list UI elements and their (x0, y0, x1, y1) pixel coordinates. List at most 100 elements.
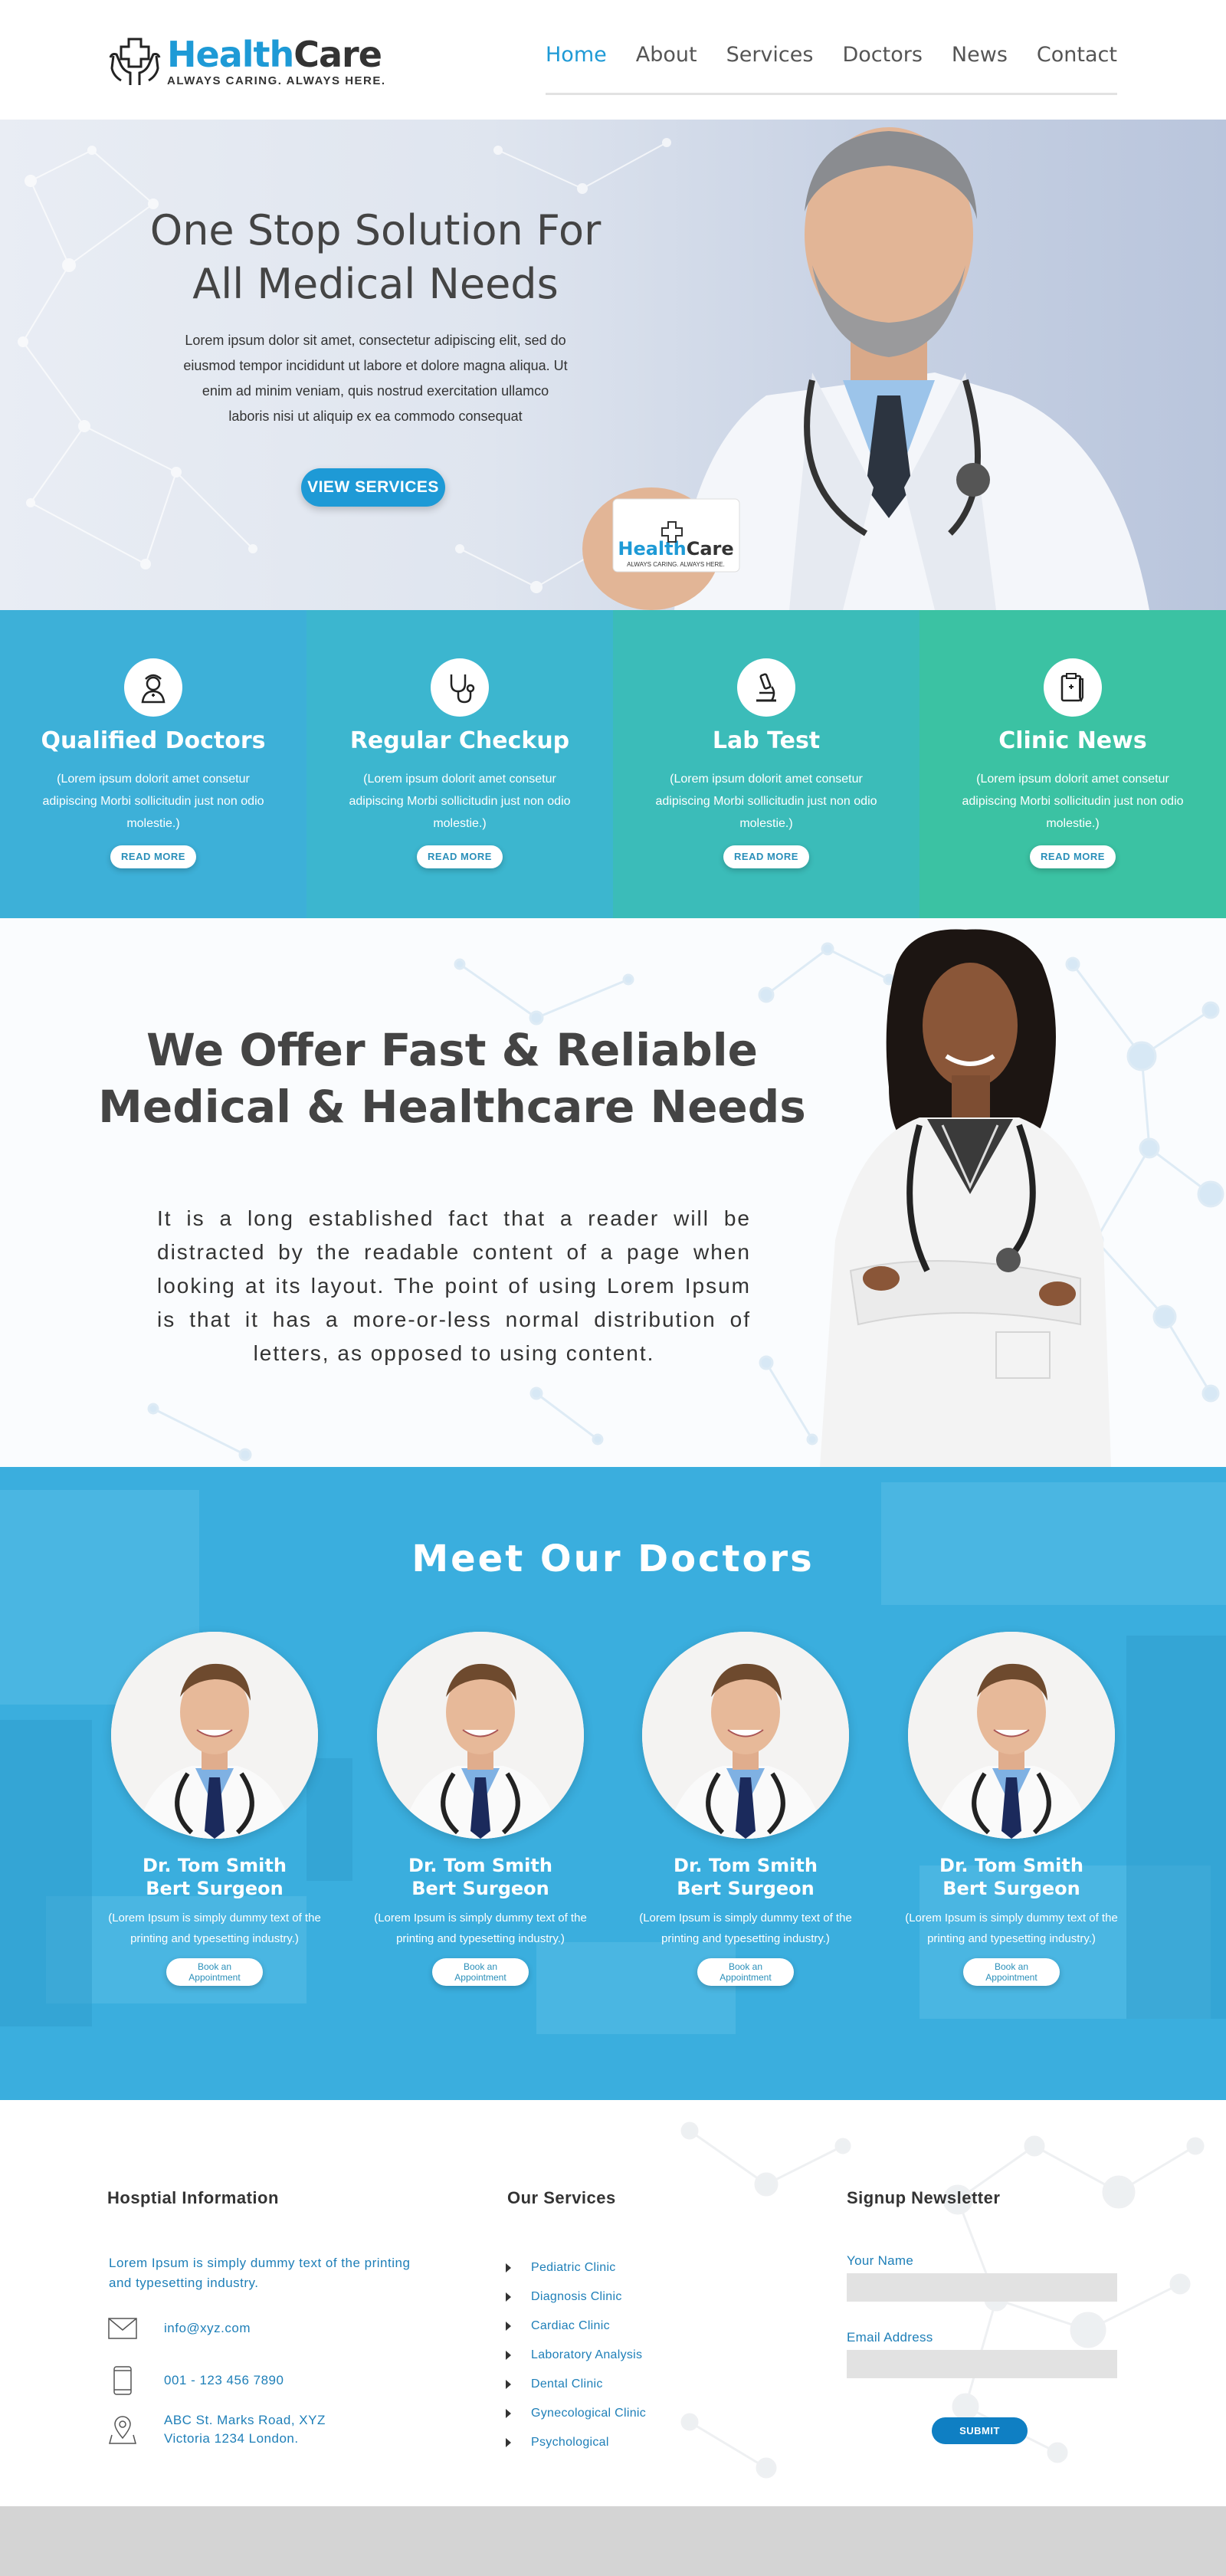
stethoscope-icon (431, 658, 489, 717)
nav-services[interactable]: Services (726, 40, 814, 67)
feature-title: Regular Checkup (349, 727, 570, 754)
caret-right-icon (506, 2351, 511, 2360)
nav-contact[interactable]: Contact (1037, 40, 1117, 67)
email-link[interactable]: info@xyz.com (164, 2319, 251, 2338)
doctor-specialty: Bert Surgeon (942, 1878, 1080, 1899)
caret-right-icon (506, 2409, 511, 2418)
envelope-icon (107, 2313, 138, 2344)
doctor-card: Dr. Tom Smith Bert Surgeon (Lorem Ipsum … (900, 1632, 1123, 1986)
mobile-phone-icon (107, 2365, 138, 2396)
doctor-card: Dr. Tom Smith Bert Surgeon (Lorem Ipsum … (369, 1632, 592, 1986)
your-name-input[interactable] (847, 2273, 1117, 2302)
service-link[interactable]: Diagnosis Clinic (506, 2282, 736, 2312)
email-address-input[interactable] (847, 2350, 1117, 2378)
nav-news[interactable]: News (952, 40, 1008, 67)
address-text: ABC St. Marks Road, XYZ Victoria 1234 Lo… (164, 2413, 326, 2446)
doctor-name-line1: Dr. Tom Smith (143, 1855, 287, 1876)
service-link[interactable]: Pediatric Clinic (506, 2253, 736, 2282)
feature-title: Lab Test (712, 727, 821, 754)
bottom-bar (0, 2506, 1226, 2576)
read-more-button[interactable]: READ MORE (723, 845, 809, 868)
hospital-info-heading: Hosptial Information (107, 2188, 279, 2207)
contact-email: info@xyz.com (107, 2313, 398, 2344)
feature-clinic-news: Clinic News (Lorem ipsum dolorit amet co… (920, 610, 1226, 918)
doctor-text: (Lorem Ipsum is simply dummy text of the… (374, 1911, 587, 1945)
newsletter-heading: Signup Newsletter (847, 2188, 1001, 2207)
site-footer: Hosptial Information Lorem Ipsum is simp… (0, 2100, 1226, 2506)
feature-text: (Lorem ipsum dolorit amet consetur adipi… (962, 773, 1184, 830)
logo-tagline: ALWAYS CARING. ALWAYS HERE. (167, 74, 386, 87)
service-link[interactable]: Laboratory Analysis (506, 2341, 736, 2370)
read-more-button[interactable]: READ MORE (110, 845, 196, 868)
submit-button[interactable]: SUBMIT (932, 2417, 1028, 2444)
hospital-info-text: Lorem Ipsum is simply dummy text of the … (109, 2256, 411, 2290)
phone-number: 001 - 123 456 7890 (164, 2373, 284, 2387)
doctor-photo (111, 1632, 318, 1839)
doctor-specialty: Bert Surgeon (411, 1878, 549, 1899)
doctor-name-line1: Dr. Tom Smith (939, 1855, 1083, 1876)
logo-title-care: Care (293, 33, 382, 75)
view-services-button[interactable]: VIEW SERVICES (301, 468, 445, 507)
feature-regular-checkup: Regular Checkup (Lorem ipsum dolorit ame… (306, 610, 613, 918)
nav-doctors[interactable]: Doctors (842, 40, 922, 67)
doctor-photo (908, 1632, 1115, 1839)
caret-right-icon (506, 2263, 511, 2272)
nurse-icon (124, 658, 182, 717)
card-logo-tagline: ALWAYS CARING. ALWAYS HERE. (627, 561, 725, 568)
feature-text: (Lorem ipsum dolorit amet consetur adipi… (655, 773, 877, 830)
offer-text: It is a long established fact that a rea… (157, 1206, 751, 1365)
card-logo-care: Care (687, 538, 734, 560)
doctor-card: Dr. Tom Smith Bert Surgeon (Lorem Ipsum … (634, 1632, 857, 1986)
book-appointment-button[interactable]: Book an Appointment (697, 1958, 794, 1986)
hero-text: Lorem ipsum dolor sit amet, consectetur … (183, 333, 568, 424)
feature-text: (Lorem ipsum dolorit amet consetur adipi… (349, 773, 571, 830)
offer-title: We Offer Fast & Reliable Medical & Healt… (92, 1022, 812, 1135)
book-appointment-button[interactable]: Book an Appointment (963, 1958, 1060, 1986)
caret-right-icon (506, 2292, 511, 2302)
nav-home[interactable]: Home (546, 40, 607, 67)
contact-phone: 001 - 123 456 7890 (107, 2365, 398, 2396)
feature-text: (Lorem ipsum dolorit amet consetur adipi… (42, 773, 264, 830)
caret-right-icon (506, 2322, 511, 2331)
doctor-card: Dr. Tom Smith Bert Surgeon (Lorem Ipsum … (103, 1632, 326, 1986)
logo-title-health: Health (167, 33, 294, 75)
service-label: Cardiac Clinic (531, 2319, 610, 2332)
read-more-button[interactable]: READ MORE (1030, 845, 1116, 868)
book-appointment-button[interactable]: Book an Appointment (432, 1958, 529, 1986)
contact-address: ABC St. Marks Road, XYZ Victoria 1234 Lo… (107, 2411, 398, 2448)
feature-title: Clinic News (998, 727, 1147, 754)
doctor-specialty: Bert Surgeon (146, 1878, 284, 1899)
service-link[interactable]: Psychological (506, 2428, 736, 2457)
feature-title: Qualified Doctors (41, 727, 266, 754)
book-appointment-button[interactable]: Book an Appointment (166, 1958, 263, 1986)
female-doctor-image (820, 929, 1111, 1467)
read-more-button[interactable]: READ MORE (417, 845, 503, 868)
doctor-name: Dr. Tom Smith Bert Surgeon (103, 1854, 326, 1900)
microscope-icon (737, 658, 795, 717)
services-heading: Our Services (507, 2188, 616, 2207)
doctor-specialty: Bert Surgeon (677, 1878, 815, 1899)
hands-cross-logo-icon (109, 38, 161, 85)
offer-title-line2: Medical & Healthcare Needs (98, 1081, 806, 1133)
caret-right-icon (506, 2380, 511, 2389)
service-link[interactable]: Gynecological Clinic (506, 2399, 736, 2428)
logo[interactable]: HealthCare ALWAYS CARING. ALWAYS HERE. (107, 31, 386, 92)
doctor-name-line1: Dr. Tom Smith (674, 1855, 818, 1876)
hero-section: One Stop Solution For All Medical Needs … (0, 120, 1226, 610)
map-pin-icon (107, 2414, 138, 2445)
doctor-holding-card-image: HealthCare ALWAYS CARING. ALWAYS HERE. (582, 127, 1149, 610)
service-label: Gynecological Clinic (531, 2407, 647, 2420)
service-link[interactable]: Cardiac Clinic (506, 2312, 736, 2341)
features-section: Qualified Doctors (Lorem ipsum dolorit a… (0, 610, 1226, 918)
main-nav: Home About Services Doctors News Contact (546, 40, 1117, 95)
doctor-text: (Lorem Ipsum is simply dummy text of the… (108, 1911, 321, 1945)
service-label: Laboratory Analysis (531, 2348, 643, 2361)
site-header: HealthCare ALWAYS CARING. ALWAYS HERE. H… (0, 0, 1226, 120)
service-label: Pediatric Clinic (531, 2261, 616, 2274)
offer-section: We Offer Fast & Reliable Medical & Healt… (0, 918, 1226, 1467)
feature-qualified-doctors: Qualified Doctors (Lorem ipsum dolorit a… (0, 610, 306, 918)
offer-title-line1: We Offer Fast & Reliable (146, 1024, 759, 1076)
doctor-name-line1: Dr. Tom Smith (408, 1855, 552, 1876)
nav-about[interactable]: About (636, 40, 697, 67)
service-link[interactable]: Dental Clinic (506, 2370, 736, 2399)
